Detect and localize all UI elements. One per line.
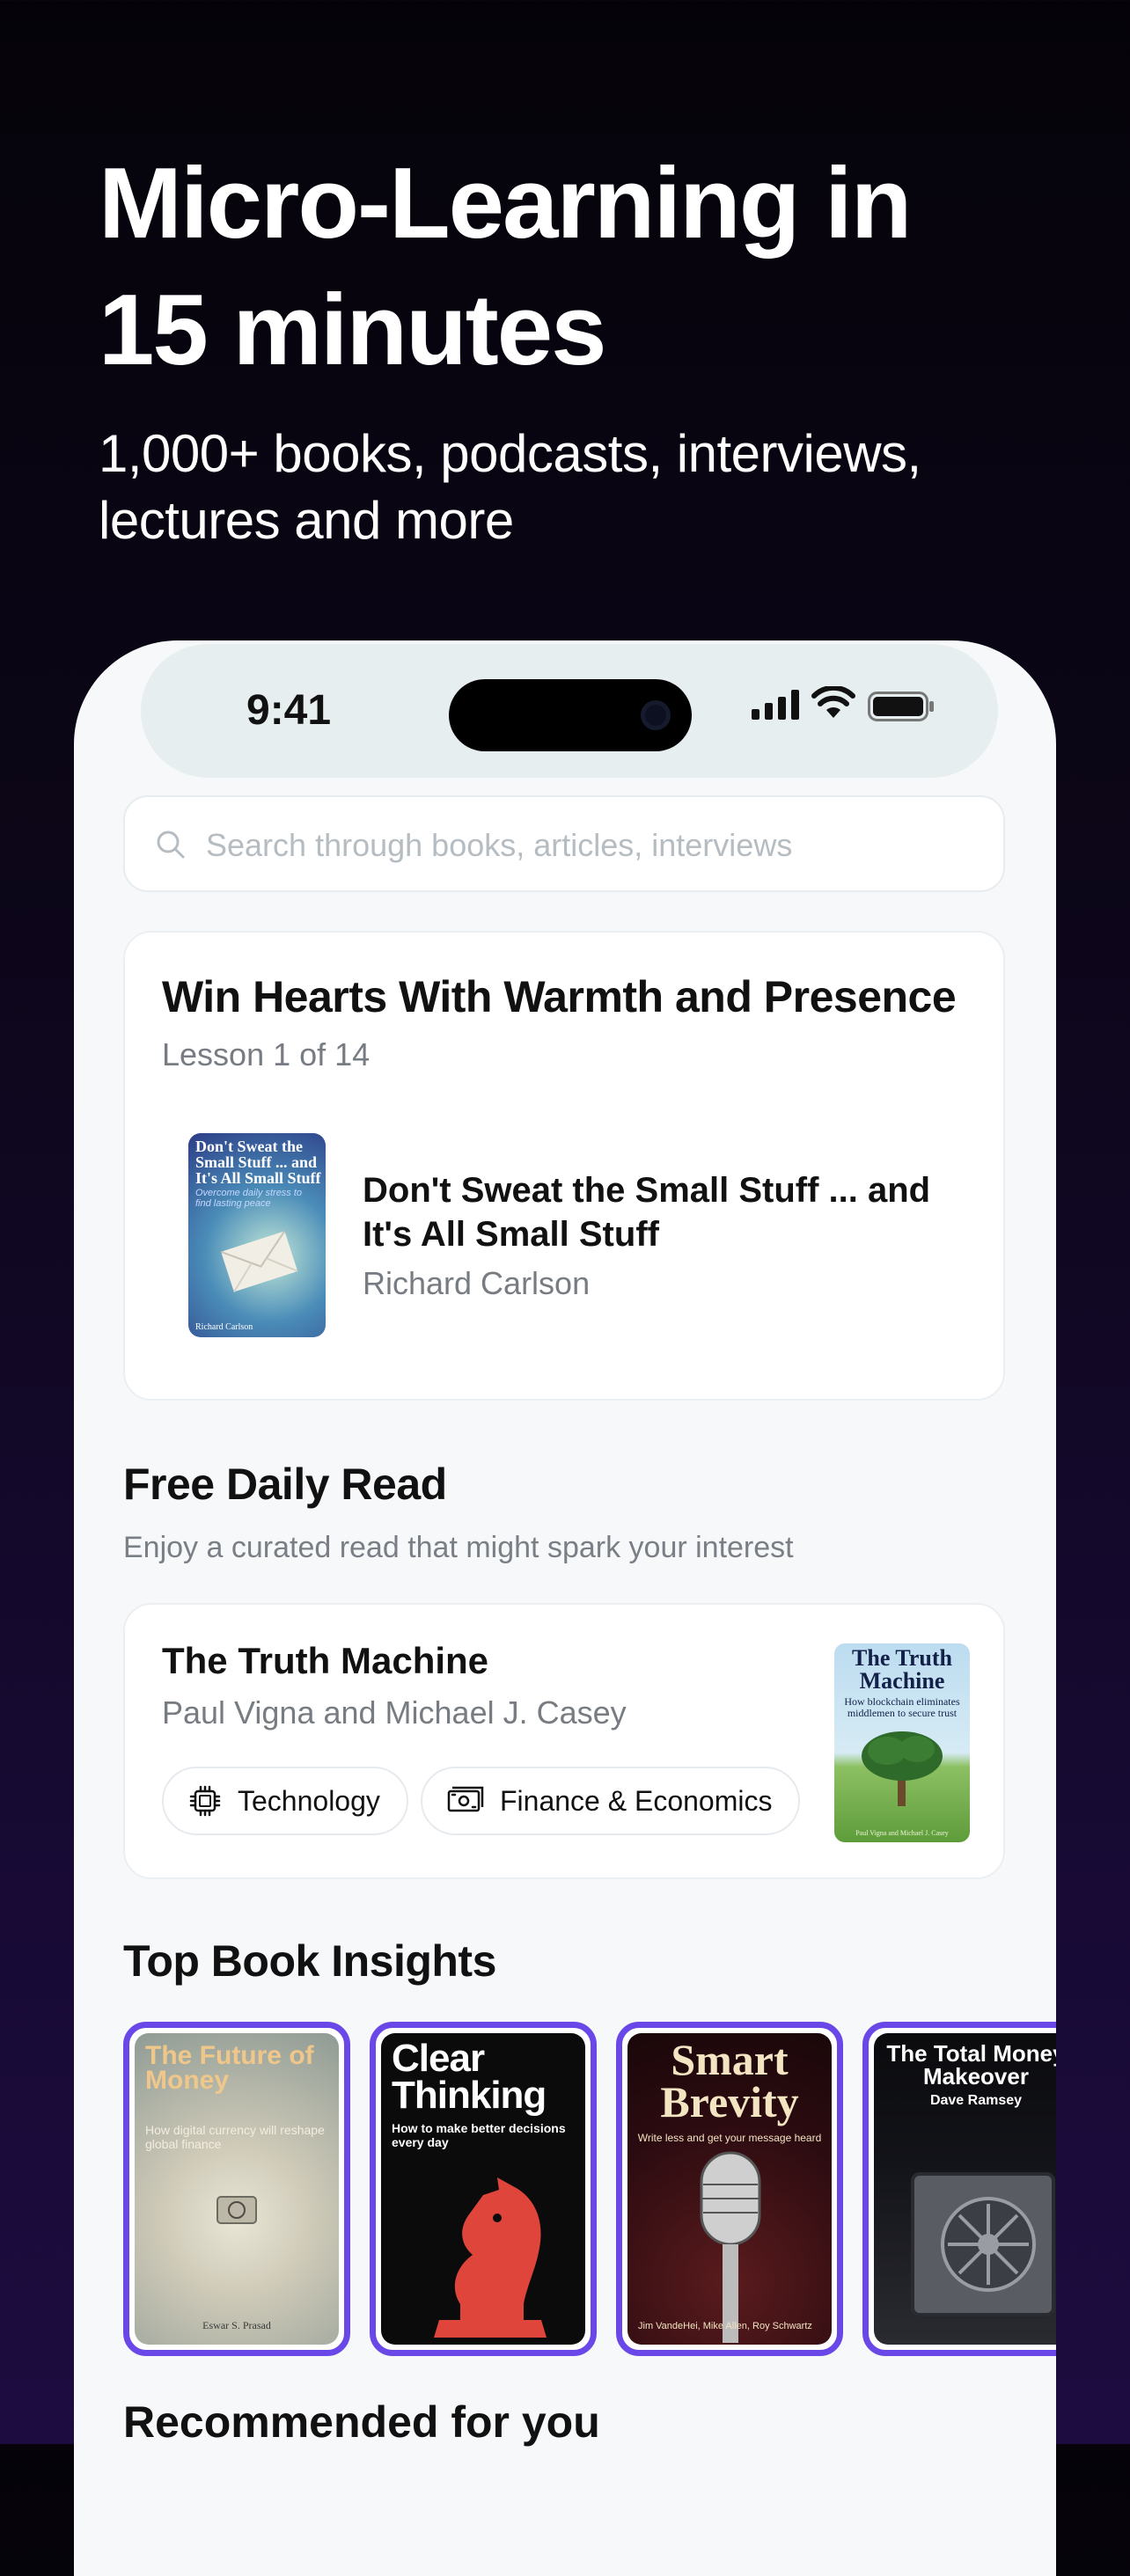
daily-read-title: The Truth Machine [162, 1640, 489, 1681]
status-bar: 9:41 [141, 644, 998, 778]
hero-title-line2: 15 minutes [99, 274, 607, 386]
cover-author: Eswar S. Prasad [202, 2319, 271, 2331]
status-time: 9:41 [246, 687, 332, 734]
vault-icon [911, 2172, 1055, 2316]
insight-book-card[interactable]: Clear Thinking How to make better decisi… [370, 2022, 597, 2356]
dynamic-island [449, 679, 692, 751]
book-author: Richard Carlson [363, 1265, 591, 1301]
cover-title: Clear Thinking [392, 2037, 547, 2117]
lesson-title: Win Hearts With Warmth and Presence [162, 972, 957, 1021]
cover-title: The Truth Machine [852, 1645, 952, 1694]
cover-title: Don't Sweat the Small Stuff ... and It's… [195, 1138, 321, 1187]
cover-title: The Total Money Makeover [886, 2040, 1056, 2089]
hero-title: Micro-Learning in 15 minutes [99, 141, 1067, 394]
cover-subtitle: How blockchain eliminates middlemen to s… [844, 1695, 960, 1719]
daily-read-cover[interactable]: The Truth Machine How blockchain elimina… [834, 1643, 970, 1842]
chip-icon [189, 1785, 221, 1817]
hero-subtitle-line1: 1,000+ books, podcasts, interviews, [99, 424, 921, 483]
tag-finance-economics[interactable]: Finance & Economics [421, 1767, 801, 1835]
search-input[interactable] [204, 815, 982, 876]
daily-read-heading: Free Daily Read [123, 1460, 447, 1509]
book-title: Don't Sweat the Small Stuff ... and It's… [363, 1168, 979, 1256]
insight-book-card[interactable]: The Future of Money How digital currency… [123, 2022, 350, 2356]
book-title-line2: It's All Small Stuff [363, 1215, 659, 1254]
camera-icon [641, 700, 671, 730]
insight-book-card[interactable]: The Total Money Makeover Dave Ramsey [862, 2022, 1056, 2356]
battery-icon [868, 692, 934, 721]
cover-subtitle: Write less and get your message heard [637, 2132, 822, 2144]
daily-read-authors: Paul Vigna and Michael J. Casey [162, 1694, 627, 1731]
cover-author: Dave Ramsey [929, 2093, 1023, 2108]
lesson-progress: Lesson 1 of 14 [162, 1036, 371, 1072]
book-cover[interactable]: Don't Sweat the Small Stuff ... and It's… [188, 1133, 326, 1337]
envelope-icon [220, 1230, 298, 1292]
coin-icon [216, 2196, 257, 2224]
cover-author: Jim VandeHei, Mike Allen, Roy Schwartz [638, 2321, 812, 2331]
cover-title: Smart Brevity [660, 2035, 799, 2126]
book-title-line1: Don't Sweat the Small Stuff ... and [363, 1171, 931, 1210]
cover-subtitle: Overcome daily stress to find lasting pe… [195, 1188, 303, 1209]
insight-book-card[interactable]: Smart Brevity Write less and get your me… [616, 2022, 843, 2356]
tag-technology[interactable]: Technology [162, 1767, 408, 1835]
cover-author: Richard Carlson [195, 1322, 253, 1332]
top-insights-heading: Top Book Insights [123, 1936, 496, 1986]
daily-read-card[interactable]: The Truth Machine Paul Vigna and Michael… [123, 1603, 1005, 1879]
tag-label: Finance & Economics [500, 1784, 773, 1817]
search-icon [157, 831, 185, 859]
search-bar[interactable] [123, 795, 1005, 892]
wifi-icon [811, 686, 855, 718]
top-insights-carousel[interactable]: The Future of Money How digital currency… [123, 2022, 1056, 2356]
tree-icon [862, 1731, 943, 1806]
phone-mockup: 9:41 Win Hearts With Warmth and Presence… [74, 640, 1056, 2576]
cover-subtitle: How digital currency will reshape global… [145, 2123, 325, 2151]
cover-title: The Future of Money [145, 2041, 314, 2095]
cellular-signal-icon [752, 690, 799, 720]
daily-read-description: Enjoy a curated read that might spark yo… [123, 1531, 794, 1564]
tag-label: Technology [238, 1784, 380, 1817]
continue-lesson-card[interactable]: Win Hearts With Warmth and Presence Less… [123, 931, 1005, 1401]
hero-subtitle: 1,000+ books, podcasts, interviews, lect… [99, 421, 1067, 554]
cover-subtitle: How to make better decisions every day [392, 2121, 566, 2149]
hero-title-line1: Micro-Learning in [99, 148, 912, 260]
hero-subtitle-line2: lectures and more [99, 491, 514, 550]
banknote-icon [447, 1786, 484, 1812]
cover-author: Paul Vigna and Michael J. Casey [855, 1829, 949, 1837]
recommended-heading: Recommended for you [123, 2397, 600, 2447]
chess-knight-icon [434, 2177, 547, 2338]
microphone-icon [700, 2151, 761, 2343]
